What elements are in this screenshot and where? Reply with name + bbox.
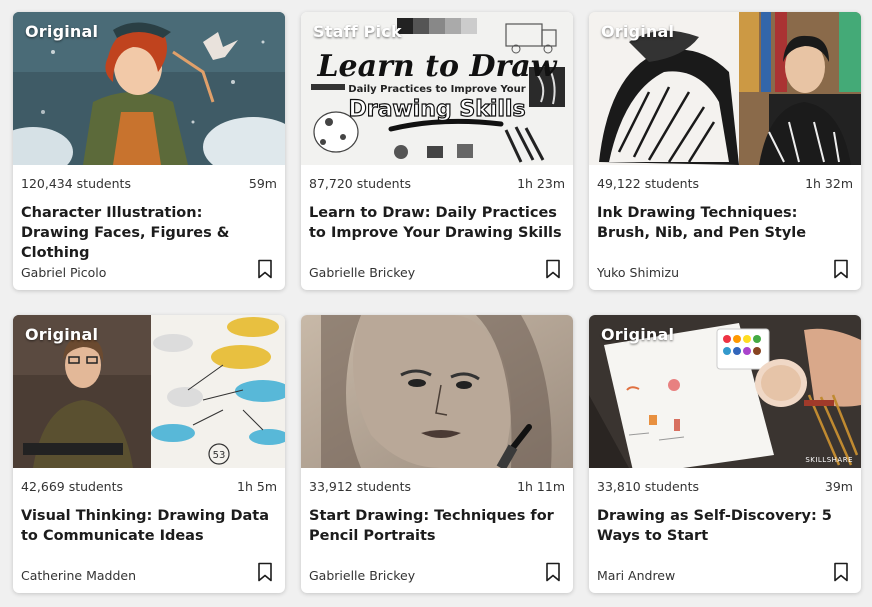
class-meta: 120,434 students 59m: [21, 176, 277, 191]
class-grid: Original 120,434 students 59m Character …: [0, 0, 872, 607]
duration: 59m: [248, 176, 277, 191]
teacher-name[interactable]: Mari Andrew: [597, 568, 675, 583]
teacher-name[interactable]: Gabriel Picolo: [21, 265, 106, 280]
class-meta: 33,912 students 1h 11m: [309, 479, 565, 494]
class-thumbnail[interactable]: 53 Original: [13, 315, 285, 468]
bookmark-icon[interactable]: [257, 259, 273, 279]
thumb-subtitle: Daily Practices to Improve Your: [348, 84, 526, 95]
original-badge: Original: [25, 22, 99, 41]
pencil-portrait-image: [301, 315, 573, 468]
thumb-title: Learn to Draw: [316, 49, 557, 84]
class-thumbnail[interactable]: Original: [13, 12, 285, 165]
class-title[interactable]: Visual Thinking: Drawing Data to Communi…: [21, 506, 275, 546]
class-meta: 49,122 students 1h 32m: [597, 176, 853, 191]
page-number: 53: [213, 450, 226, 461]
student-count: 49,122 students: [597, 176, 700, 191]
class-thumbnail[interactable]: SKILLSHARE Original: [589, 315, 861, 468]
duration: 1h 32m: [805, 176, 853, 191]
class-title[interactable]: Start Drawing: Techniques for Pencil Por…: [309, 506, 563, 546]
class-title[interactable]: Drawing as Self-Discovery: 5 Ways to Sta…: [597, 506, 851, 546]
student-count: 42,669 students: [21, 479, 124, 494]
teacher-name[interactable]: Gabrielle Brickey: [309, 568, 415, 583]
thumb-tagline: Drawing Skills: [348, 97, 525, 122]
bookmark-icon[interactable]: [833, 562, 849, 582]
class-card[interactable]: 53 Original 42,669 students 1h 5m Visual…: [13, 315, 285, 593]
original-badge: Original: [601, 22, 675, 41]
bookmark-icon[interactable]: [257, 562, 273, 582]
student-count: 33,912 students: [309, 479, 412, 494]
class-card[interactable]: Original 49,122 students 1h 32m Ink Draw…: [589, 12, 861, 290]
teacher-name[interactable]: Yuko Shimizu: [597, 265, 679, 280]
class-thumbnail[interactable]: Learn to Draw Daily Practices to Improve…: [301, 12, 573, 165]
bookmark-icon[interactable]: [545, 259, 561, 279]
teacher-name[interactable]: Catherine Madden: [21, 568, 136, 583]
class-title[interactable]: Character Illustration: Drawing Faces, F…: [21, 203, 275, 263]
duration: 1h 23m: [517, 176, 565, 191]
class-thumbnail[interactable]: Original: [589, 12, 861, 165]
student-count: 33,810 students: [597, 479, 700, 494]
class-meta: 42,669 students 1h 5m: [21, 479, 277, 494]
duration: 1h 5m: [237, 479, 277, 494]
skillshare-watermark: SKILLSHARE: [805, 456, 853, 464]
bookmark-icon[interactable]: [545, 562, 561, 582]
duration: 39m: [824, 479, 853, 494]
student-count: 87,720 students: [309, 176, 412, 191]
class-card[interactable]: SKILLSHARE Original 33,810 students 39m …: [589, 315, 861, 593]
bookmark-icon[interactable]: [833, 259, 849, 279]
class-thumbnail[interactable]: [301, 315, 573, 468]
class-meta: 87,720 students 1h 23m: [309, 176, 565, 191]
duration: 1h 11m: [517, 479, 565, 494]
class-title[interactable]: Learn to Draw: Daily Practices to Improv…: [309, 203, 563, 243]
class-card[interactable]: Learn to Draw Daily Practices to Improve…: [301, 12, 573, 290]
student-count: 120,434 students: [21, 176, 131, 191]
class-meta: 33,810 students 39m: [597, 479, 853, 494]
class-card[interactable]: 33,912 students 1h 11m Start Drawing: Te…: [301, 315, 573, 593]
original-badge: Original: [25, 325, 99, 344]
class-title[interactable]: Ink Drawing Techniques: Brush, Nib, and …: [597, 203, 851, 243]
staff-pick-badge: Staff Pick: [313, 22, 402, 41]
class-card[interactable]: Original 120,434 students 59m Character …: [13, 12, 285, 290]
original-badge: Original: [601, 325, 675, 344]
teacher-name[interactable]: Gabrielle Brickey: [309, 265, 415, 280]
